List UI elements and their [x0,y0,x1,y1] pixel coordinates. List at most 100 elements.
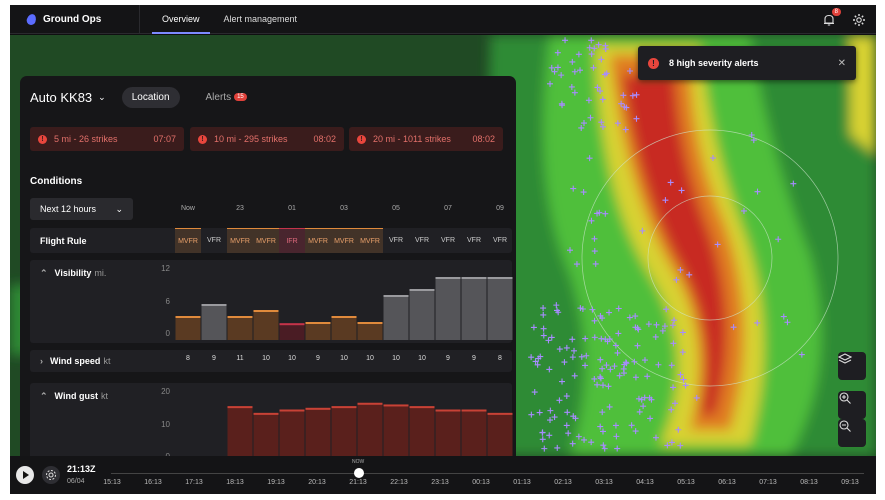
app-name: Ground Ops [43,13,102,25]
flight-rule-cell: MVFR [331,228,357,253]
hour-label: Now [180,205,195,212]
wind-speed-label[interactable]: › Wind speed kt [40,356,110,366]
strike-card[interactable]: ! 5 mi - 26 strikes 07:07 [30,127,184,151]
alert-icon: ! [648,57,659,69]
flight-rule-cell: MVFR [175,228,201,253]
timeline-label: 05:13 [677,479,695,486]
bar-top [487,412,513,415]
timeline-bar: 21:13Z 06/04 NOW 15:13 16:13 17:13 18:13 19:… [10,456,876,494]
current-date: 06/04 [67,478,85,485]
wind-speed-value: 10 [392,355,400,362]
bar-top [357,322,383,324]
wind-speed-value: 8 [186,355,190,362]
flight-rule-label: Flight Rule [40,236,87,246]
timeline-settings-button[interactable] [42,466,60,484]
timeline-label: 23:13 [431,479,449,486]
strike-time: 08:02 [472,134,495,144]
flight-rule-cell: MVFR [253,228,279,253]
visibility-label-text: Visibility [54,268,92,278]
warning-icon: ! [38,134,47,144]
hour-label: 09 [496,205,504,212]
play-icon [23,471,29,479]
zoom-in-button[interactable] [838,391,866,419]
chevron-up-icon: ⌃ [40,268,48,278]
strike-label: 5 mi - 26 strikes [54,134,118,144]
timeline-track[interactable] [111,473,864,474]
visibility-unit: mi. [94,268,107,278]
hour-label: 07 [444,205,452,212]
wind-gust-unit: kt [100,391,108,401]
gear-icon [46,470,56,480]
range-select-value: Next 12 hours [40,204,97,214]
chevron-down-icon: ⌄ [98,91,106,102]
divider [139,5,140,34]
zoom-in-icon [839,392,851,404]
strike-card[interactable]: ! 10 mi - 295 strikes 08:02 [190,127,344,151]
bar-top [409,406,435,409]
flight-rule-cell: VFR [207,237,221,244]
timeline-scrubber[interactable] [354,468,364,478]
range-select[interactable]: Next 12 hours ⌄ [30,198,133,220]
strike-time: 08:02 [313,134,336,144]
flight-rule-cell: MVFR [227,228,253,253]
logo-icon [25,12,38,26]
strike-time: 07:07 [153,134,176,144]
bar-top [435,409,461,412]
visibility-label[interactable]: ⌃ Visibility mi. [40,268,106,279]
flight-rule-cell: IFR [279,228,305,253]
layers-button[interactable] [838,352,866,380]
wind-gust-label-text: Wind gust [54,391,98,401]
bar [227,316,253,340]
app-window: Ground Ops Overview Alert management 8 !… [10,5,876,494]
bar-top [461,277,487,279]
zoom-out-button[interactable] [838,419,866,447]
app-logo[interactable]: Ground Ops [25,12,139,26]
flight-rule-cell: VFR [441,237,455,244]
radar-map[interactable]: ! 8 high severity alerts ✕ Auto KK83 ⌄ L… [10,35,876,475]
wind-speed-label-text: Wind speed [50,356,101,366]
warning-icon: ! [357,134,366,144]
station-selector[interactable]: Auto KK83 ⌄ [30,90,106,105]
y-tick: 10 [161,420,170,429]
flight-rule-cell: VFR [415,237,429,244]
chevron-down-icon: ⌄ [115,203,123,214]
wind-speed-value: 9 [212,355,216,362]
gear-icon[interactable] [852,13,866,27]
notifications-button[interactable]: 8 [822,7,841,27]
wind-speed-value: 10 [418,355,426,362]
bar-top [383,404,409,407]
timeline-label: 07:13 [759,479,777,486]
timeline-label: 09:13 [841,479,859,486]
alert-toast[interactable]: ! 8 high severity alerts ✕ [638,46,856,80]
bar [409,289,435,340]
bar-top [253,412,279,415]
tab-alert-management[interactable]: Alert management [224,5,298,34]
timeline-label: 15:13 [103,479,121,486]
timeline-label: 08:13 [800,479,818,486]
wind-gust-label[interactable]: ⌃ Wind gust kt [40,391,108,402]
bar-top [435,277,461,279]
timeline-label: 20:13 [308,479,326,486]
timeline-label: 17:13 [185,479,203,486]
bar-top [357,402,383,405]
tab-location[interactable]: Location [121,86,180,108]
timeline-label: 00:13 [472,479,490,486]
bar-top [279,409,305,412]
chevron-up-icon: ⌃ [40,391,48,401]
tab-overview[interactable]: Overview [152,5,209,34]
flight-rule-cell: VFR [467,237,481,244]
timeline-label: 04:13 [636,479,654,486]
conditions-title: Conditions [30,176,83,187]
play-button[interactable] [16,466,34,484]
bar-top [305,322,331,324]
strike-label: 10 mi - 295 strikes [214,134,288,144]
timeline-label: 03:13 [595,479,613,486]
hour-label: 05 [392,205,400,212]
timeline-label: 01:13 [513,479,531,486]
alerts-count-badge: 15 [234,92,247,101]
close-icon[interactable]: ✕ [838,58,846,69]
strike-card[interactable]: ! 20 mi - 1011 strikes 08:02 [349,127,503,151]
bar-top [279,323,305,326]
bar [435,277,461,340]
tab-alerts[interactable]: Alerts 15 [196,87,257,108]
